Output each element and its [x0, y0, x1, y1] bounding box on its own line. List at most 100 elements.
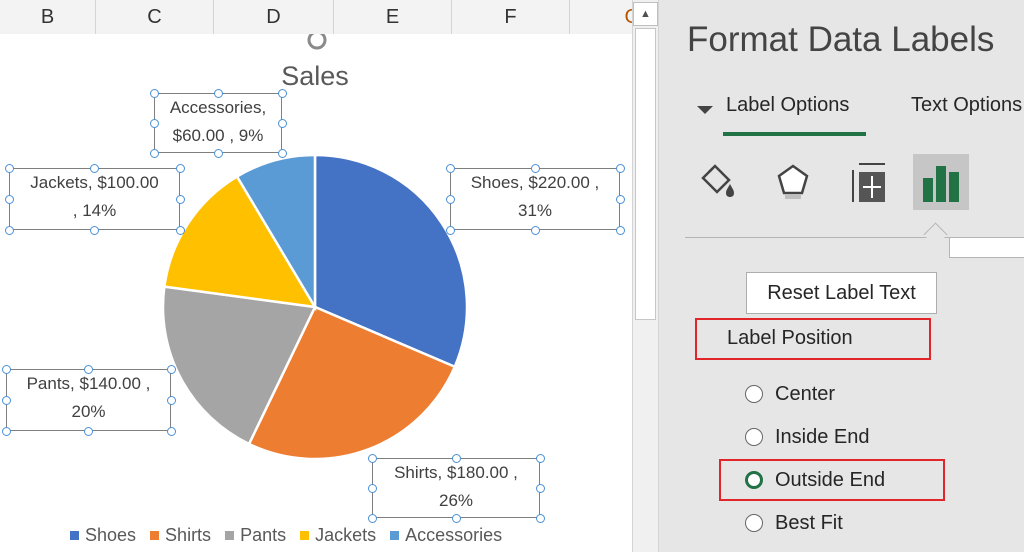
resize-handle[interactable]: [535, 513, 545, 523]
scroll-up-arrow-icon[interactable]: ▲: [633, 2, 658, 26]
resize-handle[interactable]: [615, 194, 625, 204]
radio-center[interactable]: Center: [745, 381, 835, 407]
column-header-d[interactable]: D: [214, 0, 334, 34]
resize-handle[interactable]: [4, 163, 14, 173]
data-label-jackets[interactable]: Jackets, $100.00 , 14%: [9, 168, 180, 230]
resize-handle[interactable]: [90, 163, 99, 173]
resize-handle[interactable]: [149, 118, 159, 128]
resize-handle[interactable]: [149, 88, 159, 98]
legend-swatch: [225, 530, 235, 540]
radio-button[interactable]: [745, 514, 763, 532]
resize-handle[interactable]: [445, 194, 455, 204]
resize-handle[interactable]: [213, 88, 223, 98]
column-header-e[interactable]: E: [334, 0, 452, 34]
resize-handle[interactable]: [149, 148, 159, 158]
data-label-shoes[interactable]: Shoes, $220.00 , 31%: [450, 168, 620, 230]
legend-label: Jackets: [315, 524, 377, 545]
resize-handle[interactable]: [213, 148, 223, 158]
resize-handle[interactable]: [535, 483, 545, 493]
resize-handle[interactable]: [277, 118, 287, 128]
rotate-handle[interactable]: [307, 34, 327, 50]
tab-label-options[interactable]: Label Options: [726, 94, 849, 117]
effects-pentagon-icon[interactable]: [771, 158, 815, 206]
legend-label: Accessories: [405, 524, 503, 545]
data-label-pants[interactable]: Pants, $140.00 , 20%: [6, 369, 171, 431]
resize-handle[interactable]: [530, 225, 540, 235]
column-header-f[interactable]: F: [452, 0, 570, 34]
resize-handle[interactable]: [1, 364, 11, 374]
active-tab-underline: [723, 132, 866, 136]
column-header-g[interactable]: G: [570, 0, 632, 34]
resize-handle[interactable]: [166, 364, 176, 374]
reset-label-text-button[interactable]: Reset Label Text: [746, 272, 937, 314]
highlight-box-label-position: [695, 318, 931, 360]
chart-title[interactable]: Sales: [200, 61, 430, 92]
resize-handle[interactable]: [4, 225, 14, 235]
data-label-line: 26%: [438, 491, 474, 510]
data-label-shirts[interactable]: Shirts, $180.00 , 26%: [372, 458, 540, 518]
resize-handle[interactable]: [166, 426, 176, 436]
data-label-line: , 14%: [72, 201, 117, 220]
resize-handle[interactable]: [90, 225, 99, 235]
legend-label: Shirts: [165, 524, 212, 545]
legend-swatch: [150, 530, 160, 540]
radio-label: Center: [775, 382, 836, 405]
pie-chart[interactable]: Sales Accessories, $60.00 , 9% Jackets, …: [0, 34, 632, 552]
resize-handle[interactable]: [175, 194, 185, 204]
resize-handle[interactable]: [277, 88, 287, 98]
data-label-line: Shirts, $180.00 ,: [394, 463, 518, 482]
resize-handle[interactable]: [84, 426, 93, 436]
resize-handle[interactable]: [367, 453, 377, 463]
resize-handle[interactable]: [615, 225, 625, 235]
fill-line-icon[interactable]: [697, 158, 741, 206]
resize-handle[interactable]: [535, 453, 545, 463]
radio-button[interactable]: [745, 385, 763, 403]
resize-handle[interactable]: [367, 483, 377, 493]
resize-handle[interactable]: [175, 163, 185, 173]
chart-legend[interactable]: Shoes Shirts Pants Jackets Accessories: [70, 524, 502, 546]
tab-text-options[interactable]: Text Options: [911, 94, 1022, 117]
resize-handle[interactable]: [277, 148, 287, 158]
legend-swatch: [70, 530, 79, 540]
legend-item-shirts[interactable]: Shirts: [150, 525, 211, 546]
vertical-scrollbar[interactable]: ▲: [632, 0, 659, 552]
legend-swatch: [300, 530, 310, 540]
resize-handle[interactable]: [1, 426, 11, 436]
selected-icon-caret: [923, 222, 948, 247]
legend-item-pants[interactable]: Pants: [225, 525, 286, 546]
data-label-line: Shoes, $220.00 ,: [470, 173, 600, 192]
column-header-c[interactable]: C: [96, 0, 214, 34]
resize-handle[interactable]: [451, 513, 461, 523]
resize-handle[interactable]: [367, 513, 377, 523]
resize-handle[interactable]: [530, 163, 540, 173]
legend-item-accessories[interactable]: Accessories: [390, 525, 502, 546]
resize-handle[interactable]: [1, 395, 11, 405]
legend-label: Shoes: [85, 524, 137, 545]
legend-swatch: [390, 530, 400, 540]
radio-best-fit[interactable]: Best Fit: [745, 510, 843, 536]
resize-handle[interactable]: [84, 364, 93, 374]
size-properties-icon[interactable]: [845, 158, 889, 206]
legend-item-shoes[interactable]: Shoes: [70, 525, 136, 546]
resize-handle[interactable]: [451, 453, 461, 463]
label-options-bars-icon[interactable]: [919, 158, 963, 206]
legend-item-jackets[interactable]: Jackets: [300, 525, 376, 546]
radio-inside-end[interactable]: Inside End: [745, 424, 870, 450]
resize-handle[interactable]: [445, 225, 455, 235]
format-data-labels-pane: Format Data Labels Label Options Text Op…: [659, 0, 1024, 552]
resize-handle[interactable]: [175, 225, 185, 235]
data-label-accessories[interactable]: Accessories, $60.00 , 9%: [154, 93, 282, 153]
resize-handle[interactable]: [166, 395, 176, 405]
radio-label: Best Fit: [775, 511, 843, 534]
radio-button[interactable]: [745, 428, 763, 446]
collapse-triangle-icon[interactable]: [697, 106, 713, 114]
scrollbar-thumb[interactable]: [635, 28, 656, 320]
resize-handle[interactable]: [445, 163, 455, 173]
resize-handle[interactable]: [4, 194, 14, 204]
resize-handle[interactable]: [615, 163, 625, 173]
data-label-line: 31%: [517, 201, 553, 220]
column-header-b[interactable]: B: [0, 0, 96, 34]
separator-dropdown[interactable]: [949, 238, 1024, 258]
data-label-line: Jackets, $100.00: [30, 173, 159, 192]
data-label-line: Pants, $140.00 ,: [26, 374, 151, 393]
